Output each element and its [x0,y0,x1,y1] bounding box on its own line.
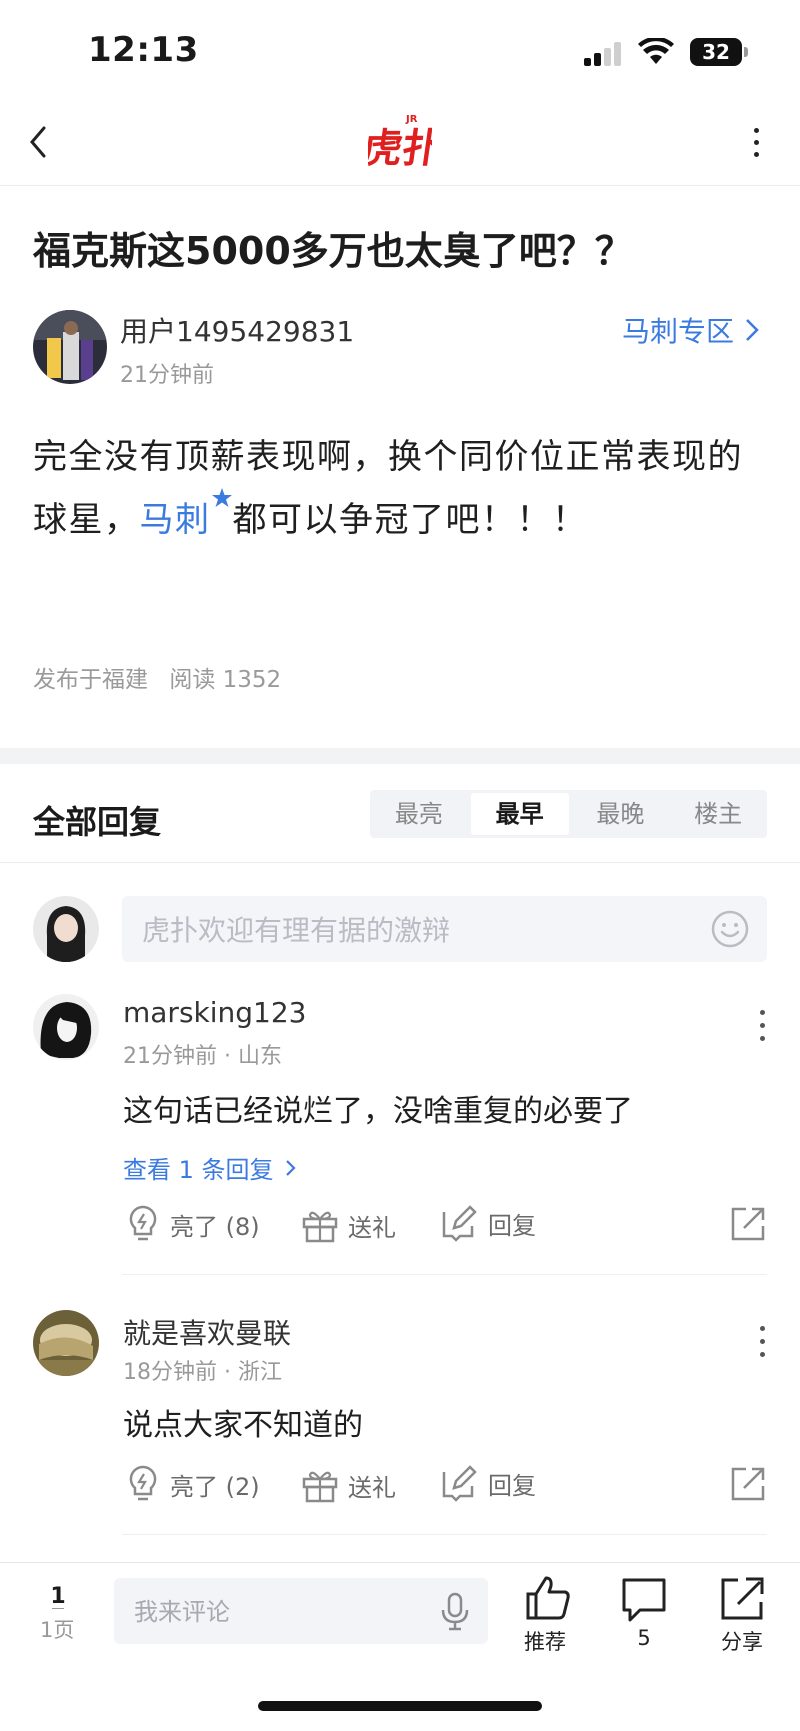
page-label[interactable]: 1页 [40,1614,74,1644]
share-icon[interactable] [730,1206,766,1242]
reply-label: 回复 [488,1471,536,1500]
reply-label: 回复 [488,1211,536,1240]
chevron-right-icon[interactable] [744,316,760,344]
lightbulb-icon [129,1465,157,1501]
comment-divider [122,1274,767,1275]
view-replies-label: 查看 1 条回复 [123,1156,274,1184]
edit-reply-icon [442,1205,477,1242]
reply-button[interactable]: 回复 [440,1464,536,1502]
team-link[interactable]: 马刺 [140,500,211,540]
comment-more-icon[interactable] [758,1326,766,1360]
author-name[interactable]: 用户1495429831 [120,310,354,350]
post-meta: 发布于福建 阅读 1352 [33,660,281,694]
post-location: 发布于福建 [33,667,148,693]
current-user-avatar [33,896,99,962]
sort-tabs: 最亮 最早 最晚 楼主 [370,790,767,838]
post-title: 福克斯这5000多万也太臭了吧？？ [33,229,633,273]
comment-author[interactable]: marsking123 [123,996,307,1029]
gift-icon [302,1211,338,1242]
sort-tab-latest[interactable]: 最晚 [572,790,670,838]
nav-divider [0,185,800,186]
bottom-bar-divider [0,1562,800,1563]
gift-label: 送礼 [348,1214,396,1242]
wifi-icon [638,38,674,64]
replies-divider [0,862,800,863]
author-avatar[interactable] [33,310,107,384]
thumbs-up-icon[interactable] [524,1574,572,1622]
gift-label: 送礼 [348,1474,396,1502]
like-button[interactable]: 亮了 (2) [126,1464,260,1504]
post-time: 21分钟前 [120,363,214,388]
comment-icon[interactable] [620,1576,668,1624]
reply-input-box[interactable] [122,896,767,964]
comment-location: 山东 [237,1044,282,1069]
svg-text:虎扑: 虎扑 [368,126,432,168]
chevron-right-icon [285,1159,296,1176]
page-underline [52,1608,64,1609]
edit-reply-icon [442,1465,477,1502]
comment-text: 说点大家不知道的 [123,1408,363,1443]
comment-time: 21分钟前 [123,1044,217,1069]
svg-text:JR: JR [405,114,418,125]
gift-button[interactable]: 送礼 [302,1468,396,1503]
star-icon [211,488,232,507]
sort-tab-brightest[interactable]: 最亮 [370,790,468,838]
comment-meta: 21分钟前 · 山东 [123,1044,282,1069]
lightbulb-icon [129,1205,157,1241]
view-replies-link[interactable]: 查看 1 条回复 [123,1150,298,1185]
gift-icon [302,1471,338,1502]
recommend-label[interactable]: 推荐 [505,1626,585,1656]
share-label[interactable]: 分享 [702,1626,782,1656]
cellular-signal-icon [584,42,626,66]
gift-button[interactable]: 送礼 [302,1208,396,1243]
post-body-text-end: 都可以争冠了吧！！！ [232,500,588,540]
comment-text: 这句话已经说烂了，没啥重复的必要了 [123,1094,633,1129]
battery-indicator: 32 [690,38,748,66]
share-icon[interactable] [718,1574,766,1622]
comment-avatar[interactable] [33,994,99,1060]
page-number[interactable]: 1 [48,1584,68,1609]
hupu-logo: JR 虎扑 [368,114,432,168]
like-button[interactable]: 亮了 (8) [126,1204,260,1244]
reply-input[interactable] [140,896,704,964]
sort-tab-op[interactable]: 楼主 [669,790,767,838]
status-time: 12:13 [88,30,199,70]
comment-input[interactable] [132,1578,436,1646]
like-label: 亮了 (8) [170,1212,260,1241]
zone-link[interactable]: 马刺专区 [622,310,734,350]
sort-tab-earliest[interactable]: 最早 [470,793,569,835]
comment-divider [122,1534,767,1535]
share-icon[interactable] [730,1466,766,1502]
like-label: 亮了 (2) [170,1472,260,1501]
comment-more-icon[interactable] [758,1010,766,1044]
comment-count[interactable]: 5 [604,1626,684,1650]
back-arrow-icon[interactable] [24,122,54,162]
reply-button[interactable]: 回复 [440,1204,536,1242]
comment-meta: 18分钟前 · 浙江 [123,1360,282,1385]
more-options-icon[interactable] [752,128,760,158]
home-indicator [258,1701,542,1711]
emoji-icon[interactable] [711,910,749,948]
comment-time: 18分钟前 [123,1360,217,1385]
comment-location: 浙江 [237,1360,282,1385]
comment-avatar[interactable] [33,1310,99,1376]
microphone-icon[interactable] [440,1592,470,1632]
comment-input-box[interactable] [114,1578,488,1646]
replies-title: 全部回复 [33,803,162,841]
section-separator [0,748,800,764]
post-read-count: 阅读 1352 [169,667,282,693]
comment-author[interactable]: 就是喜欢曼联 [123,1312,291,1352]
post-body: 完全没有顶薪表现啊，换个同价位正常表现的球星，马刺 都可以争冠了吧！！！ [33,427,773,550]
